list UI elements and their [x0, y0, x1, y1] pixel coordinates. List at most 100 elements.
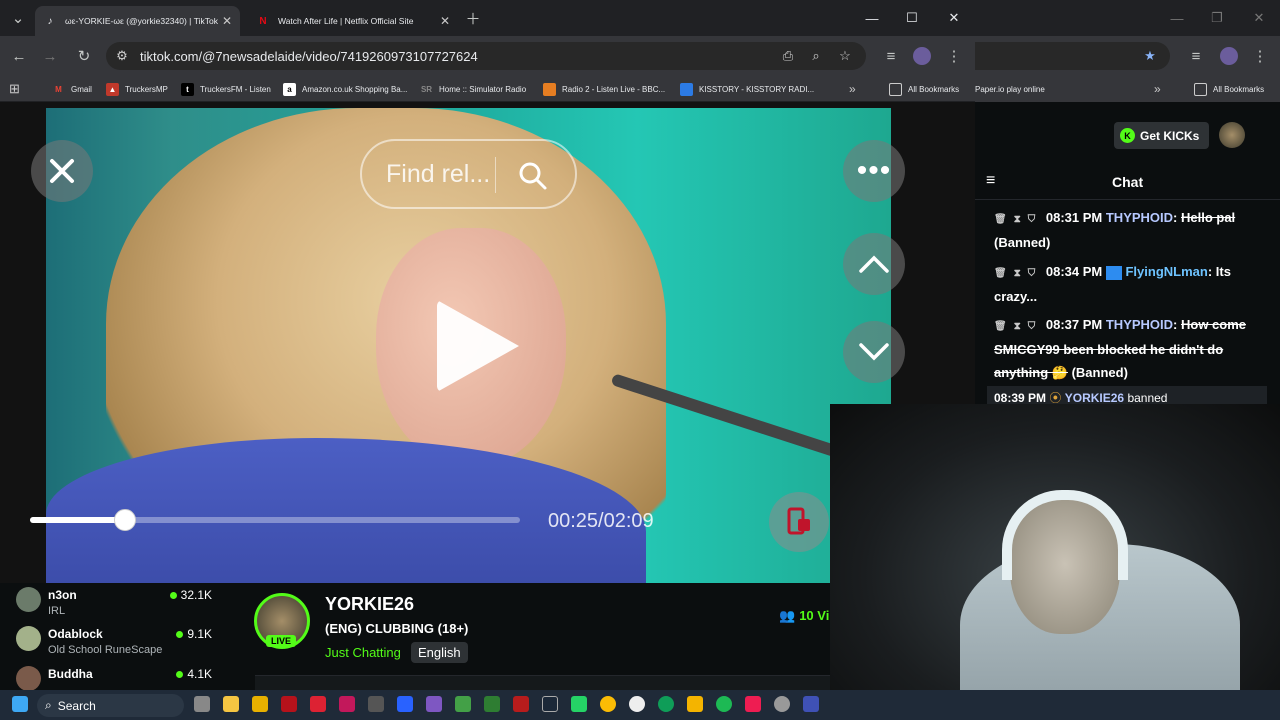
stream-language-tag[interactable]: English: [411, 642, 468, 663]
forward-button[interactable]: →: [38, 44, 62, 68]
bookmark-star-icon[interactable]: ★: [1142, 48, 1158, 64]
bookmark-simulator-radio[interactable]: SR Home :: Simulator Radio: [420, 81, 526, 97]
amazon-icon: a: [283, 82, 296, 96]
whatsapp-icon[interactable]: [571, 696, 587, 712]
restore-button[interactable]: ❐: [1197, 0, 1237, 36]
app-icon[interactable]: [513, 696, 529, 712]
bookmark-star-icon[interactable]: ☆: [837, 48, 853, 64]
badge-icon: [1105, 265, 1122, 280]
steam-icon[interactable]: [542, 696, 558, 712]
chat-title: Chat: [1112, 174, 1144, 190]
collapse-chat-icon[interactable]: ≡: [986, 172, 995, 190]
app-icon[interactable]: [803, 696, 819, 712]
close-window-button[interactable]: ✕: [934, 0, 974, 36]
app-icon[interactable]: [426, 696, 442, 712]
delete-icon: 🗑: [994, 321, 1007, 332]
spotify-icon[interactable]: [716, 696, 732, 712]
more-bookmarks-chevron-icon[interactable]: »: [1154, 81, 1161, 97]
media-control-icon[interactable]: ≡: [879, 44, 903, 68]
address-bar[interactable]: ⚙ tiktok.com/@7newsadelaide/video/741926…: [106, 42, 866, 70]
find-related-search[interactable]: Find rel...: [360, 139, 577, 209]
stream-category[interactable]: Just Chatting: [325, 645, 401, 660]
netflix-icon: N: [259, 15, 267, 27]
edge-icon[interactable]: [658, 696, 674, 712]
viewer-count: 👥 10 Vi: [779, 608, 830, 623]
chat-message[interactable]: 🗑 ⧗ ⛉ 08:37 PM THYPHOID: How come SMICGY99…: [994, 313, 1259, 384]
minimize-button[interactable]: —: [1157, 0, 1197, 36]
seek-bar[interactable]: [30, 517, 520, 523]
site-info-icon[interactable]: ⚙: [114, 48, 130, 64]
previous-video-button[interactable]: [843, 233, 905, 295]
menu-kebab-icon[interactable]: ⋮: [1248, 44, 1272, 68]
close-tab-icon[interactable]: ✕: [440, 14, 450, 28]
chat-message[interactable]: 🗑 ⧗ ⛉ 08:34 PM FlyingNLman: Its crazy...: [994, 260, 1259, 308]
task-view-icon[interactable]: [194, 696, 210, 712]
chrome-icon[interactable]: [600, 696, 616, 712]
more-options-button[interactable]: •••: [843, 140, 905, 202]
gmail-icon: M: [55, 84, 62, 94]
all-bookmarks[interactable]: All Bookmarks: [889, 81, 959, 97]
bookmark-gmail[interactable]: M Gmail: [52, 81, 92, 97]
windows-start-icon[interactable]: [12, 696, 28, 712]
taskbar-search[interactable]: ⌕ Search: [37, 694, 184, 717]
app-icon[interactable]: [484, 696, 500, 712]
channel-category: Old School RuneScape: [48, 644, 163, 656]
avatar[interactable]: [1219, 122, 1245, 148]
channel-item-odablock[interactable]: Odablock Old School RuneScape 9.1K: [16, 626, 226, 664]
minimize-button[interactable]: —: [852, 0, 892, 36]
tab-search-icon[interactable]: ⌄: [6, 6, 30, 30]
right-window-tabstrip: — ❐ ✕: [975, 0, 1280, 36]
bookmark-amazon[interactable]: a Amazon.co.uk Shopping Ba...: [283, 81, 407, 97]
chat-message[interactable]: 🗑 ⧗ ⛉ 08:31 PM THYPHOID: Hello pal (Banned…: [994, 206, 1259, 254]
close-video-button[interactable]: [31, 140, 93, 202]
file-explorer-icon[interactable]: [223, 696, 239, 712]
new-tab-button[interactable]: ＋: [461, 6, 485, 30]
app-icon[interactable]: [397, 696, 413, 712]
media-control-icon[interactable]: ≡: [1184, 44, 1208, 68]
close-tab-icon[interactable]: ✕: [222, 14, 232, 28]
app-icon[interactable]: [455, 696, 471, 712]
folder-icon: [889, 82, 902, 96]
zoom-icon[interactable]: ⌕: [808, 48, 824, 64]
app-icon[interactable]: [629, 696, 645, 712]
all-bookmarks[interactable]: All Bookmarks: [1194, 81, 1264, 97]
reload-button[interactable]: ↻: [72, 44, 96, 68]
bookmark-paperio[interactable]: Paper.io play online: [975, 81, 1045, 97]
bookmark-truckersfm[interactable]: t TruckersFM - Listen: [181, 81, 271, 97]
channel-viewers: 32.1K: [169, 588, 212, 602]
seek-handle[interactable]: [114, 509, 136, 531]
maximize-button[interactable]: ☐: [892, 0, 932, 36]
bookmark-kisstory[interactable]: KISSTORY - KISSTORY RADI...: [680, 81, 814, 97]
streamer-name[interactable]: YORKIE26: [325, 594, 414, 615]
more-bookmarks-chevron-icon[interactable]: »: [849, 81, 856, 97]
app-icon[interactable]: [774, 696, 790, 712]
app-icon[interactable]: [281, 696, 297, 712]
next-video-button[interactable]: [843, 321, 905, 383]
app-icon[interactable]: [310, 696, 326, 712]
profile-avatar[interactable]: [1217, 44, 1241, 68]
tab-tiktok[interactable]: ♪ ωԑ-YORKIE-ωԑ (@yorkie32340) | TikTok ✕: [35, 6, 240, 36]
back-button[interactable]: ←: [7, 44, 31, 68]
app-icon[interactable]: [368, 696, 384, 712]
apps-grid-icon[interactable]: ⊞: [9, 81, 20, 97]
bookmark-truckersmp[interactable]: ▲ TruckersMP: [106, 81, 168, 97]
app-icon[interactable]: [252, 696, 268, 712]
address-bar[interactable]: ★: [975, 42, 1170, 70]
tiktok-icon[interactable]: [745, 696, 761, 712]
install-app-icon[interactable]: ⎙: [780, 48, 796, 64]
menu-kebab-icon[interactable]: ⋮: [942, 44, 966, 68]
close-window-button[interactable]: ✕: [1239, 0, 1279, 36]
tiktok-icon: ♪: [47, 15, 53, 27]
bookmark-radio2[interactable]: Radio 2 - Listen Live - BBC...: [543, 81, 665, 97]
tab-netflix[interactable]: N Watch After Life | Netflix Official Si…: [248, 6, 458, 36]
channel-item-n3on[interactable]: n3on IRL 32.1K: [16, 587, 226, 625]
avatar: [16, 626, 41, 651]
picture-in-picture-button[interactable]: [769, 492, 829, 552]
get-kicks-button[interactable]: K Get KICKs: [1114, 122, 1209, 149]
app-icon[interactable]: [339, 696, 355, 712]
profile-avatar[interactable]: [910, 44, 934, 68]
search-icon[interactable]: [518, 161, 548, 191]
app-icon[interactable]: [687, 696, 703, 712]
play-icon[interactable]: [437, 300, 519, 392]
channel-item-buddha[interactable]: Buddha 4.1K: [16, 666, 226, 690]
